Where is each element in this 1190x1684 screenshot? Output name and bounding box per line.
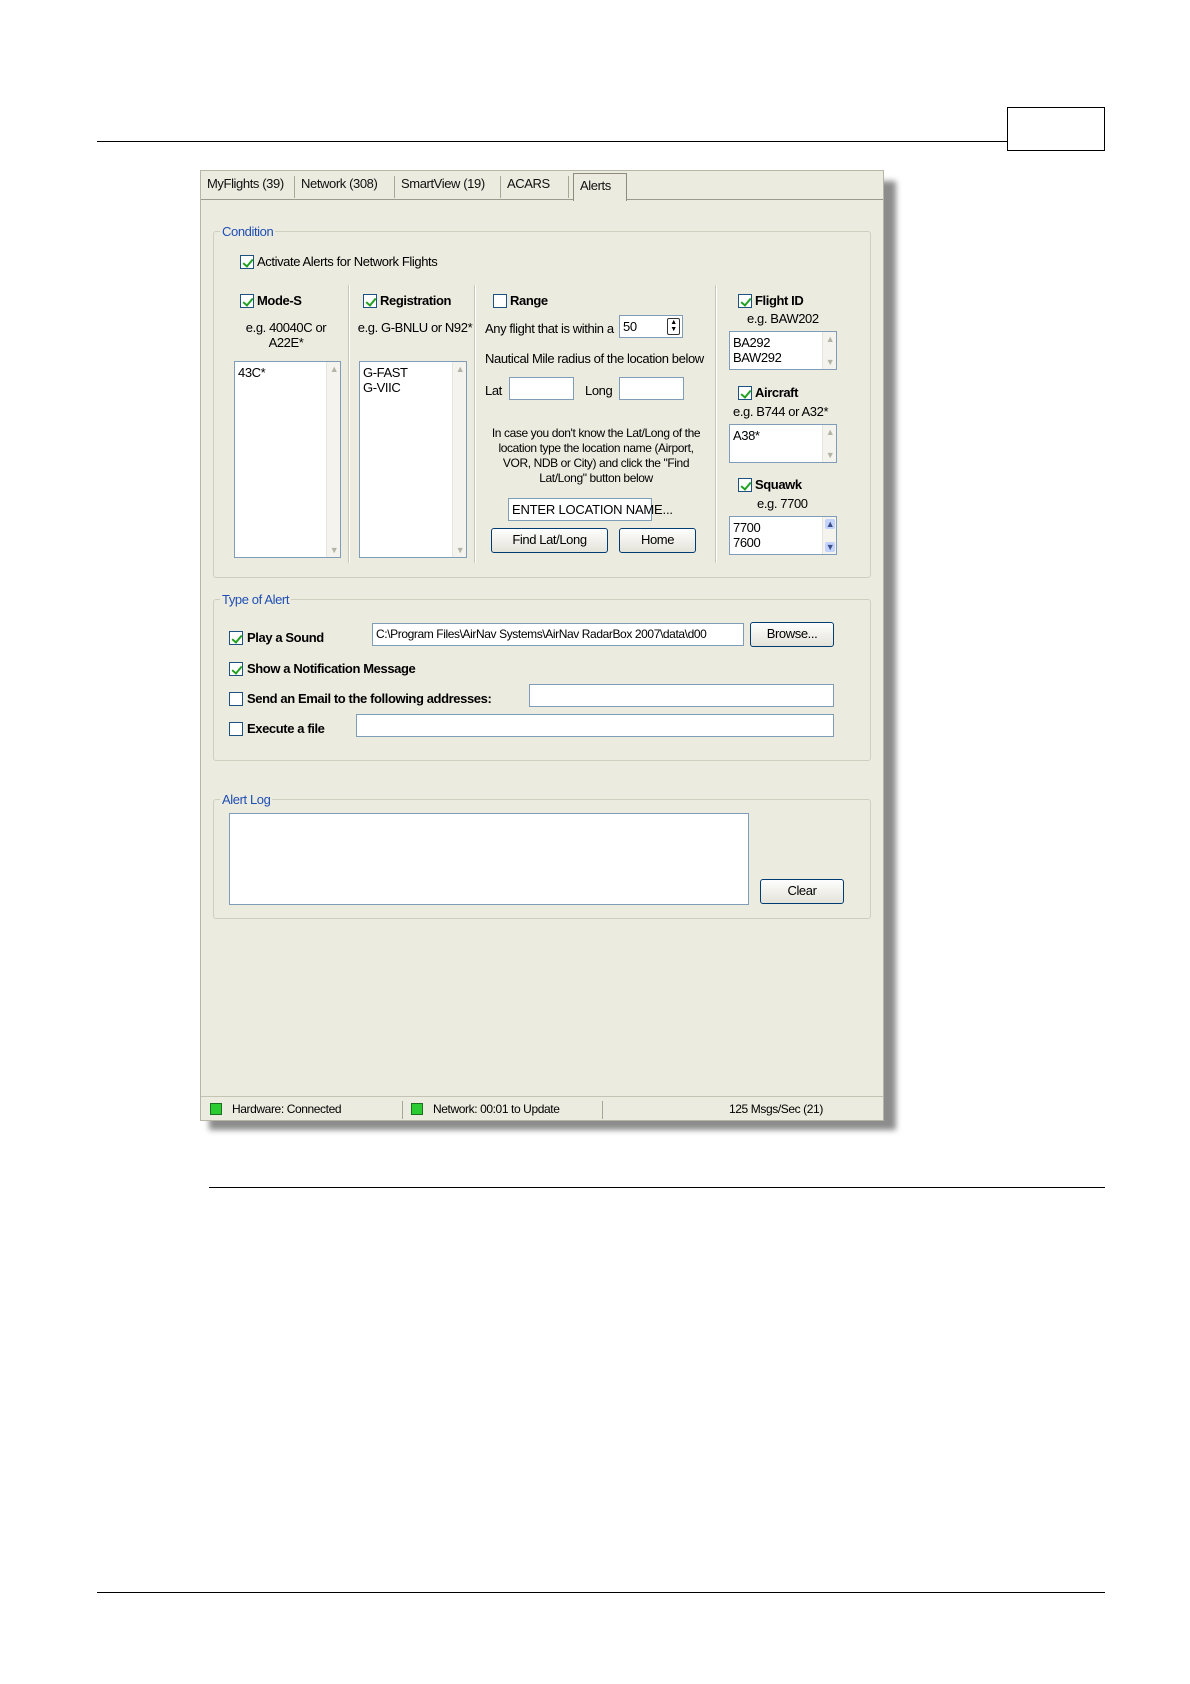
- status-bar: Hardware: Connected Network: 00:01 to Up…: [201, 1096, 883, 1120]
- registration-checkbox[interactable]: [363, 294, 377, 308]
- header-rule: [97, 141, 1008, 142]
- flight-id-list[interactable]: BA292 BAW292 ▲ ▼: [729, 331, 837, 370]
- execute-file-checkbox[interactable]: [229, 722, 243, 736]
- flight-id-scrollbar[interactable]: ▲ ▼: [822, 332, 836, 369]
- squawk-list[interactable]: 7700 7600 ▲ ▼: [729, 516, 837, 555]
- range-label: Range: [510, 293, 548, 308]
- column-divider: [348, 285, 350, 563]
- lat-label: Lat: [485, 383, 502, 398]
- scroll-down-icon[interactable]: ▼: [455, 545, 465, 555]
- hardware-status-icon: [210, 1103, 222, 1115]
- registration-list[interactable]: G-FAST G-VIIC ▲ ▼: [359, 361, 467, 558]
- execute-file-input[interactable]: [356, 714, 834, 737]
- flight-id-label: Flight ID: [755, 293, 804, 308]
- range-within-value: 50: [623, 319, 637, 334]
- column-divider: [715, 285, 717, 563]
- aircraft-hint: e.g. B744 or A32*: [733, 404, 829, 419]
- tab-smartview[interactable]: SmartView (19): [395, 176, 501, 198]
- hardware-status: Hardware: Connected: [232, 1102, 342, 1116]
- scroll-up-icon[interactable]: ▲: [825, 334, 835, 344]
- network-status: Network: 00:01 to Update: [433, 1102, 560, 1116]
- flight-id-checkbox[interactable]: [738, 294, 752, 308]
- scroll-up-icon[interactable]: ▲: [825, 519, 835, 529]
- activate-alerts-label: Activate Alerts for Network Flights: [257, 254, 438, 269]
- mode-s-list-text: 43C*: [238, 365, 266, 380]
- browse-button[interactable]: Browse...: [750, 622, 834, 647]
- page-number-box: [1007, 107, 1105, 151]
- tab-bar: MyFlights (39) Network (308) SmartView (…: [201, 171, 883, 201]
- flight-id-hint: e.g. BAW202: [747, 311, 819, 326]
- alert-type-legend: Type of Alert: [220, 592, 292, 607]
- sound-path-input[interactable]: C:\Program Files\AirNav Systems\AirNav R…: [372, 623, 744, 646]
- squawk-list-text: 7700 7600: [733, 520, 761, 550]
- registration-list-text: G-FAST G-VIIC: [363, 365, 408, 395]
- column-divider: [474, 285, 476, 563]
- status-separator: [402, 1101, 403, 1119]
- condition-legend: Condition: [220, 224, 276, 239]
- registration-scrollbar[interactable]: ▲ ▼: [452, 362, 466, 557]
- aircraft-label: Aircraft: [755, 385, 799, 400]
- alerts-window: MyFlights (39) Network (308) SmartView (…: [200, 170, 884, 1121]
- email-input[interactable]: [529, 684, 834, 707]
- footer-rule: [97, 1592, 1105, 1593]
- spinner-icon[interactable]: ▲ ▼: [667, 318, 680, 335]
- notification-label: Show a Notification Message: [247, 661, 416, 676]
- squawk-hint: e.g. 7700: [757, 496, 808, 511]
- alert-log-legend: Alert Log: [220, 792, 273, 807]
- execute-file-label: Execute a file: [247, 721, 325, 736]
- sound-path-value: C:\Program Files\AirNav Systems\AirNav R…: [376, 627, 707, 641]
- tab-acars[interactable]: ACARS: [501, 176, 569, 198]
- tab-myflights[interactable]: MyFlights (39): [201, 176, 295, 198]
- notification-checkbox[interactable]: [229, 662, 243, 676]
- home-button[interactable]: Home: [619, 528, 696, 553]
- aircraft-checkbox[interactable]: [738, 386, 752, 400]
- aircraft-scrollbar[interactable]: ▲ ▼: [822, 425, 836, 462]
- range-checkbox[interactable]: [493, 294, 507, 308]
- mode-s-list[interactable]: 43C* ▲ ▼: [234, 361, 341, 558]
- long-label: Long: [585, 383, 613, 398]
- long-input[interactable]: [619, 377, 684, 400]
- mode-s-label: Mode-S: [257, 293, 302, 308]
- email-checkbox[interactable]: [229, 692, 243, 706]
- scroll-down-icon[interactable]: ▼: [825, 450, 835, 460]
- tab-network[interactable]: Network (308): [295, 176, 395, 198]
- tab-alerts[interactable]: Alerts: [573, 173, 627, 201]
- aircraft-list-text: A38*: [733, 428, 760, 443]
- scroll-down-icon[interactable]: ▼: [825, 542, 835, 552]
- clear-button[interactable]: Clear: [760, 879, 844, 904]
- email-label: Send an Email to the following addresses…: [247, 691, 492, 706]
- squawk-label: Squawk: [755, 477, 802, 492]
- location-name-value: ENTER LOCATION NAME...: [512, 502, 673, 517]
- scroll-up-icon[interactable]: ▲: [825, 427, 835, 437]
- mode-s-hint: e.g. 40040C or A22E*: [245, 320, 327, 350]
- scroll-up-icon[interactable]: ▲: [455, 364, 465, 374]
- range-within-label: Any flight that is within a: [485, 321, 614, 336]
- scroll-up-icon[interactable]: ▲: [329, 364, 339, 374]
- status-separator: [602, 1101, 603, 1119]
- range-help-text: In case you don't know the Lat/Long of t…: [491, 426, 701, 485]
- scroll-down-icon[interactable]: ▼: [825, 357, 835, 367]
- registration-label: Registration: [380, 293, 452, 308]
- activate-alerts-checkbox[interactable]: [240, 255, 254, 269]
- alert-log-textarea[interactable]: [229, 813, 749, 905]
- aircraft-list[interactable]: A38* ▲ ▼: [729, 424, 837, 463]
- range-within-input[interactable]: 50 ▲ ▼: [619, 315, 683, 338]
- network-status-icon: [411, 1103, 423, 1115]
- range-radius-label: Nautical Mile radius of the location bel…: [485, 351, 704, 366]
- squawk-scrollbar[interactable]: ▲ ▼: [822, 517, 836, 554]
- flight-id-list-text: BA292 BAW292: [733, 335, 782, 365]
- location-name-input[interactable]: ENTER LOCATION NAME...: [508, 498, 673, 521]
- figure-bottom-rule: [209, 1187, 1105, 1188]
- squawk-checkbox[interactable]: [738, 478, 752, 492]
- play-sound-label: Play a Sound: [247, 630, 324, 645]
- scroll-down-icon[interactable]: ▼: [329, 545, 339, 555]
- play-sound-checkbox[interactable]: [229, 631, 243, 645]
- lat-input[interactable]: [509, 377, 574, 400]
- find-lat-long-button[interactable]: Find Lat/Long: [491, 528, 608, 553]
- mode-s-checkbox[interactable]: [240, 294, 254, 308]
- message-rate: 125 Msgs/Sec (21): [729, 1102, 823, 1116]
- mode-s-scrollbar[interactable]: ▲ ▼: [326, 362, 340, 557]
- registration-hint: e.g. G-BNLU or N92*: [357, 320, 473, 335]
